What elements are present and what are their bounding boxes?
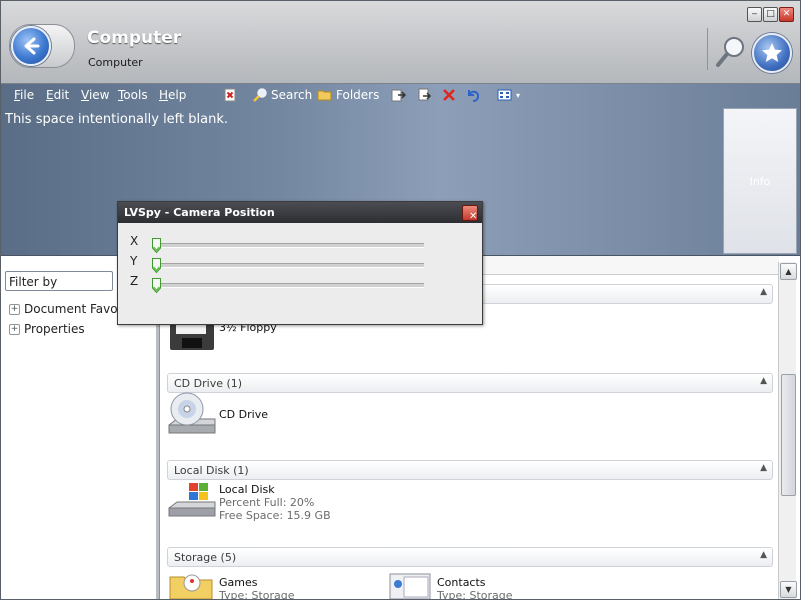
collapse-icon[interactable]: ▲	[760, 287, 767, 297]
local-disk-icon	[168, 483, 216, 517]
dialog-title: LVSpy - Camera Position	[124, 206, 275, 219]
menu-view[interactable]: View	[81, 88, 109, 102]
axis-label-z: Z	[130, 274, 139, 288]
local-disk-percent-full: Percent Full: 20%	[219, 496, 315, 509]
menu-edit[interactable]: Edit	[46, 88, 69, 102]
tree-item-properties[interactable]: + Properties	[9, 322, 85, 336]
expand-icon[interactable]: +	[9, 324, 20, 335]
item-name-games[interactable]: Games	[219, 576, 257, 589]
window-subtitle: Computer	[88, 56, 143, 69]
stop-button[interactable]	[222, 86, 241, 104]
info-panel[interactable]: Info	[723, 108, 797, 254]
delete-x-icon	[443, 89, 455, 101]
views-grid-icon	[497, 89, 512, 101]
info-label: Info	[749, 175, 771, 188]
title-header: Computer Computer ‒ □ ✕	[1, 1, 800, 84]
contacts-type: Type: Storage	[437, 589, 513, 600]
axis-label-x: X	[130, 234, 139, 248]
dialog-close-button[interactable]: ✕	[462, 205, 478, 222]
maximize-button[interactable]: □	[763, 7, 778, 22]
games-type: Type: Storage	[219, 589, 295, 600]
undo-button[interactable]	[465, 86, 484, 104]
arrow-down-icon: ▼	[785, 585, 792, 594]
slider-track-x[interactable]	[152, 243, 424, 248]
vertical-scrollbar[interactable]: ▲ ▼	[778, 262, 797, 599]
camera-position-dialog: LVSpy - Camera Position ✕ X Y Z	[117, 201, 483, 325]
arrow-up-icon: ▲	[785, 267, 792, 276]
filter-input[interactable]: Filter by	[5, 271, 113, 291]
menu-help[interactable]: Help	[159, 88, 186, 102]
collapse-icon[interactable]: ▲	[760, 550, 767, 560]
contacts-folder-icon	[389, 573, 431, 599]
group-header-local-disk[interactable]: Local Disk (1) ▲	[167, 460, 773, 480]
close-button[interactable]: ✕	[779, 7, 794, 22]
close-icon: ✕	[782, 9, 791, 19]
item-name-local-disk[interactable]: Local Disk	[219, 483, 275, 496]
group-header-storage[interactable]: Storage (5) ▲	[167, 547, 773, 567]
window-title: Computer	[87, 28, 182, 48]
move-to-icon	[391, 89, 406, 102]
scroll-thumb[interactable]	[781, 374, 796, 496]
scroll-down-button[interactable]: ▼	[780, 581, 797, 598]
slider-thumb-y[interactable]	[152, 258, 161, 273]
scroll-up-button[interactable]: ▲	[780, 263, 797, 280]
favorites-button[interactable]	[752, 33, 792, 73]
menu-file[interactable]: File	[14, 88, 34, 102]
move-to-button[interactable]	[390, 86, 409, 104]
back-arrow-icon	[24, 37, 40, 55]
expand-icon[interactable]: +	[9, 304, 20, 315]
games-folder-icon	[169, 574, 213, 599]
folders-button[interactable]: Folders	[317, 86, 379, 104]
search-button[interactable]: Search	[252, 86, 312, 104]
views-button[interactable]: ▾	[497, 86, 520, 104]
dialog-titlebar[interactable]: LVSpy - Camera Position ✕	[118, 202, 482, 223]
menu-tools[interactable]: Tools	[118, 88, 148, 102]
slider-track-y[interactable]	[152, 263, 424, 268]
slider-thumb-x[interactable]	[152, 238, 161, 253]
explorer-window: Computer Computer ‒ □ ✕ This space inten…	[0, 0, 801, 600]
undo-icon	[468, 90, 480, 102]
close-icon: ✕	[469, 211, 478, 222]
blank-message: This space intentionally left blank.	[5, 112, 228, 127]
folder-icon	[317, 90, 332, 101]
header-divider	[707, 28, 708, 70]
slider-thumb-z[interactable]	[152, 278, 161, 293]
collapse-icon[interactable]: ▲	[760, 463, 767, 473]
copy-to-button[interactable]	[416, 86, 435, 104]
chevron-down-icon: ▾	[516, 90, 521, 100]
item-name-contacts[interactable]: Contacts	[437, 576, 486, 589]
group-header-cd-drive[interactable]: CD Drive (1) ▲	[167, 373, 773, 393]
menubar: File Edit View Tools Help Search Folders	[1, 84, 800, 106]
search-small-icon	[253, 88, 267, 102]
axis-label-y: Y	[130, 254, 138, 268]
local-disk-free-space: Free Space: 15.9 GB	[219, 509, 331, 522]
copy-to-icon	[418, 88, 432, 101]
item-name-cd-drive[interactable]: CD Drive	[219, 408, 268, 421]
minimize-button[interactable]: ‒	[747, 7, 762, 22]
search-icon[interactable]	[715, 35, 747, 69]
minimize-icon: ‒	[751, 9, 758, 19]
collapse-icon[interactable]: ▲	[760, 376, 767, 386]
slider-track-z[interactable]	[152, 283, 424, 288]
search-button-label: Search	[271, 88, 313, 102]
folders-button-label: Folders	[336, 88, 380, 102]
star-icon	[762, 43, 782, 62]
document-x-icon	[224, 88, 236, 102]
cd-drive-icon	[168, 392, 216, 434]
back-button[interactable]	[11, 26, 51, 66]
maximize-icon: □	[766, 9, 775, 19]
delete-button[interactable]	[441, 86, 460, 104]
